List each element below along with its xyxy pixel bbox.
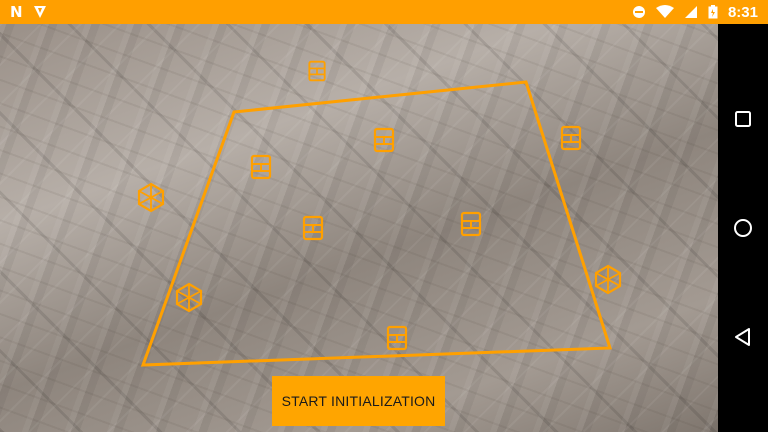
ar-marker-cube	[594, 264, 622, 295]
clock: 8:31	[727, 3, 758, 21]
home-icon	[734, 218, 752, 237]
recents-button[interactable]	[731, 107, 755, 131]
notification-n-icon: N	[10, 3, 23, 21]
dnd-icon	[632, 6, 645, 18]
home-button[interactable]	[731, 216, 755, 240]
ar-marker-cube	[386, 325, 408, 351]
battery-icon	[708, 5, 718, 19]
recents-icon	[735, 110, 751, 127]
ar-marker-cube	[175, 282, 203, 313]
back-button[interactable]	[731, 325, 755, 349]
navigation-bar	[718, 24, 768, 432]
ar-marker-cube	[250, 154, 272, 180]
ar-marker-cube	[373, 127, 395, 153]
ar-marker-cube	[137, 182, 165, 213]
wifi-icon	[655, 5, 674, 18]
camera-view[interactable]	[0, 24, 718, 432]
status-bar: N 8:31	[0, 0, 768, 24]
ar-overlay	[137, 60, 622, 367]
ar-marker-cube	[302, 215, 324, 241]
download-notification-icon	[33, 6, 46, 18]
ar-marker-cube	[308, 60, 326, 82]
ar-marker-cube	[460, 211, 482, 237]
back-icon	[735, 328, 750, 347]
ar-marker-cube	[560, 125, 582, 151]
signal-icon	[684, 6, 697, 18]
start-initialization-button[interactable]: START INITIALIZATION	[272, 376, 445, 426]
detected-plane	[140, 80, 613, 367]
